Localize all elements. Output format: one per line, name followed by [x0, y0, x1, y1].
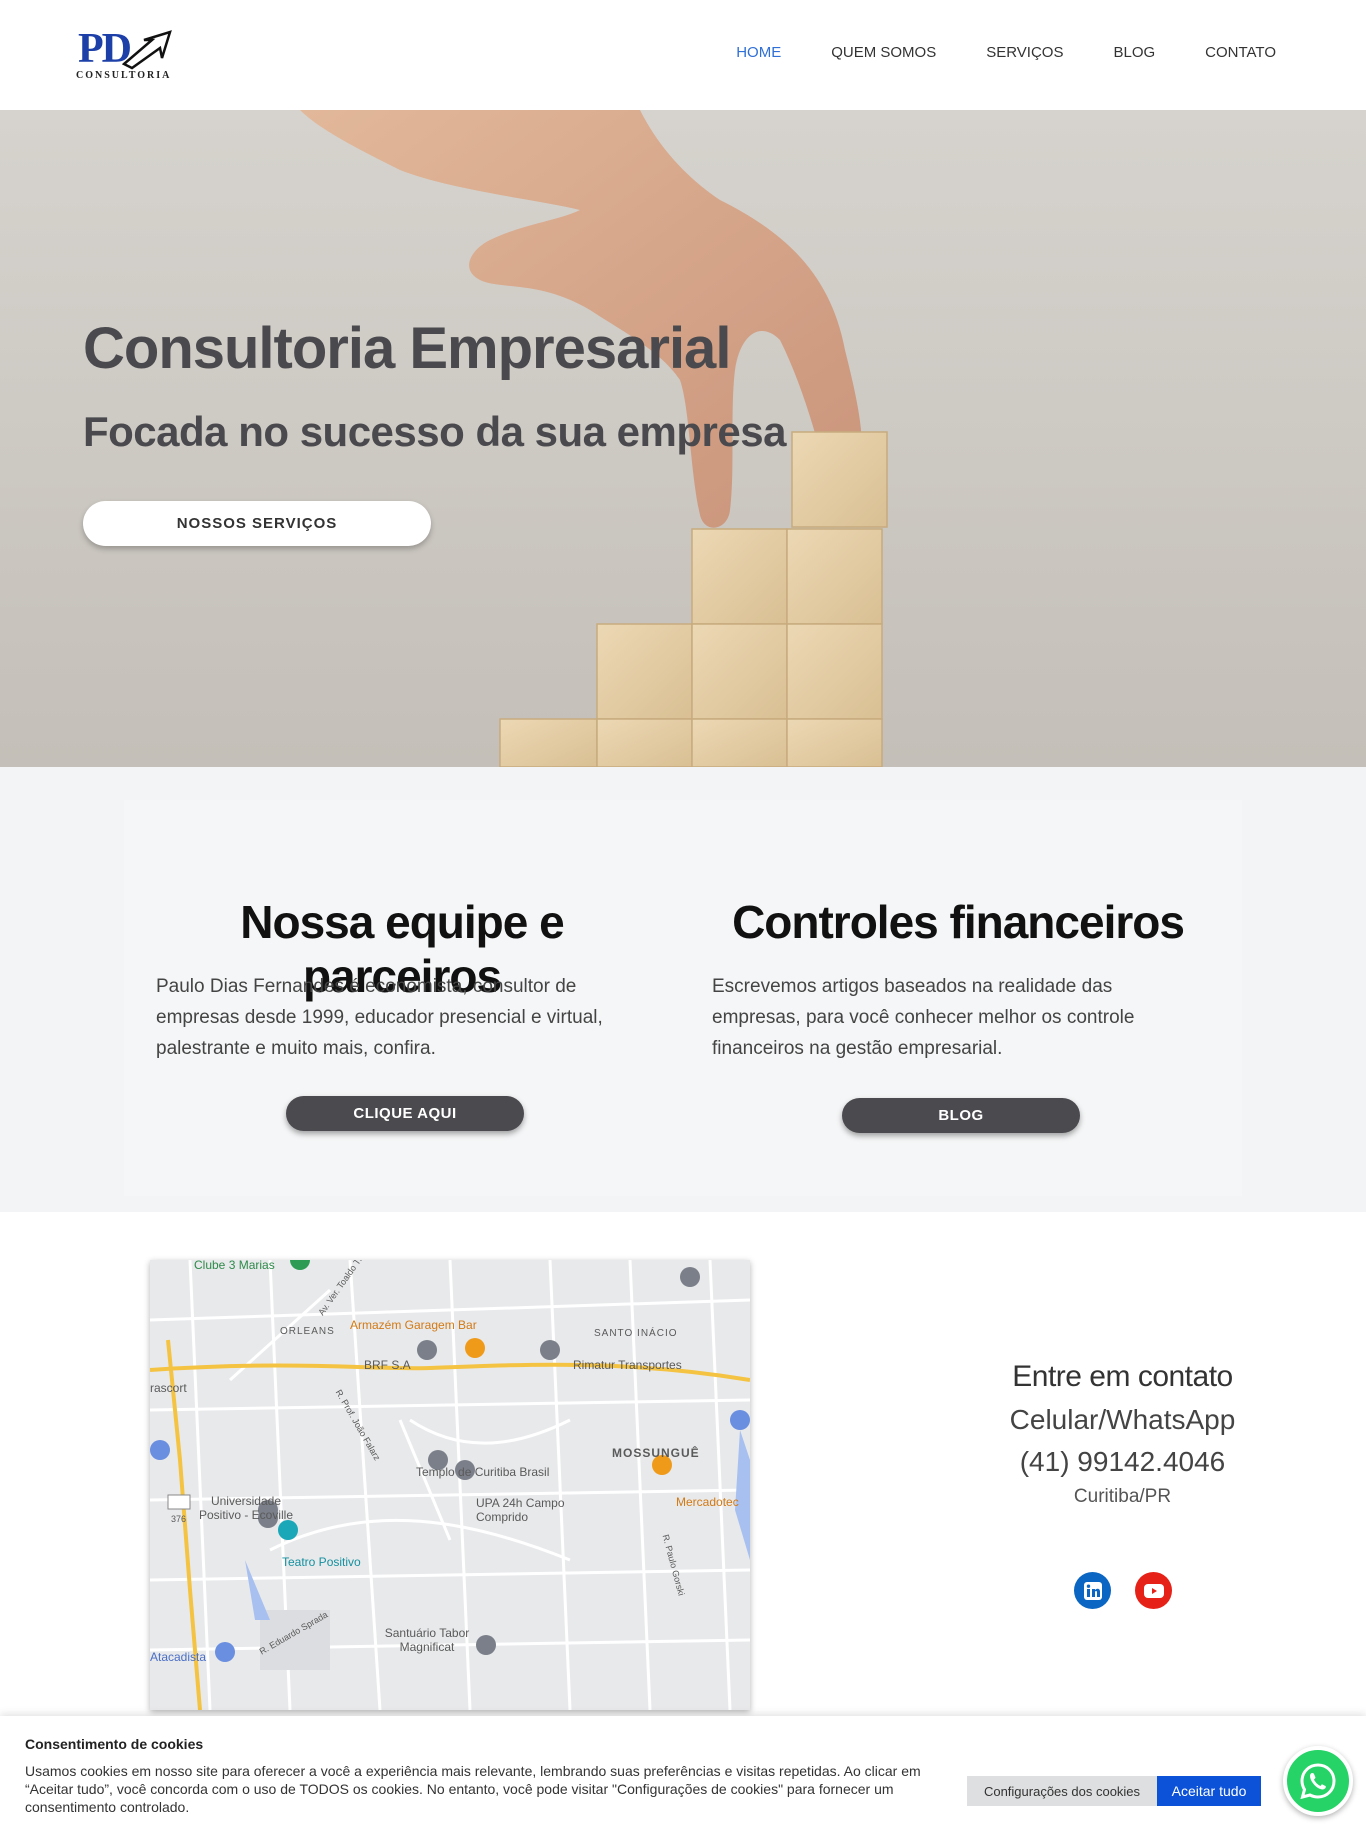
map-label: SANTO INÁCIO — [594, 1328, 678, 1339]
map-label: Armazém Garagem Bar — [350, 1318, 477, 1332]
feature-financial-title: Controles financeiros — [732, 896, 1185, 948]
nav-servicos[interactable]: SERVIÇOS — [986, 44, 1063, 61]
youtube-icon[interactable] — [1135, 1572, 1172, 1609]
map-label: Teatro Positivo — [282, 1555, 361, 1569]
site-logo[interactable]: PD CONSULTORIA — [74, 26, 178, 84]
map-label: MOSSUNGUÊ — [612, 1446, 700, 1460]
map-label: Mercadotec — [676, 1495, 739, 1509]
hero-title: Consultoria Empresarial — [83, 316, 731, 381]
linkedin-icon[interactable] — [1074, 1572, 1111, 1609]
location-map[interactable]: Clube 3 Marias Av. Ver. Toaldo Tu ORLEAN… — [150, 1260, 750, 1710]
map-label: UPA 24h Campo Comprido — [476, 1496, 565, 1524]
main-nav: HOME QUEM SOMOS SERVIÇOS BLOG CONTATO — [736, 44, 1276, 61]
logo-subtitle: CONSULTORIA — [76, 70, 172, 81]
logo-arrow-icon — [122, 30, 172, 70]
cookie-settings-button[interactable]: Configurações dos cookies — [967, 1776, 1157, 1806]
nav-contato[interactable]: CONTATO — [1205, 44, 1276, 61]
map-label: Santuário Tabor Magnificat — [384, 1626, 470, 1654]
services-button[interactable]: NOSSOS SERVIÇOS — [83, 501, 431, 546]
map-label: Rimatur Transportes — [573, 1358, 682, 1372]
contact-block: Entre em contato Celular/WhatsApp (41) 9… — [960, 1360, 1285, 1508]
cookie-title: Consentimento de cookies — [25, 1736, 204, 1752]
whatsapp-icon[interactable] — [1283, 1746, 1353, 1816]
nav-home[interactable]: HOME — [736, 44, 781, 61]
map-label: 376 — [171, 1514, 187, 1524]
map-label: BRF S.A — [364, 1358, 411, 1372]
map-label: rascort — [150, 1381, 187, 1395]
features-box: Nossa equipe e parceiros Paulo Dias Fern… — [124, 800, 1242, 1196]
blog-button[interactable]: BLOG — [842, 1098, 1080, 1133]
cookie-accept-button[interactable]: Aceitar tudo — [1157, 1776, 1261, 1806]
contact-channel: Celular/WhatsApp — [1009, 1404, 1236, 1435]
feature-team-text: Paulo Dias Fernandes é economista, consu… — [156, 976, 603, 1059]
map-label: ORLEANS — [280, 1326, 335, 1337]
contact-title: Entre em contato — [1012, 1360, 1233, 1393]
hero-banner: Consultoria Empresarial Focada no sucess… — [0, 110, 1366, 767]
social-links — [1074, 1572, 1172, 1609]
contact-city: Curitiba/PR — [1073, 1486, 1172, 1507]
map-label: Universidade Positivo - Ecoville — [198, 1494, 294, 1522]
nav-quem-somos[interactable]: QUEM SOMOS — [831, 44, 936, 61]
hero-subtitle: Focada no sucesso da sua empresa — [83, 408, 786, 455]
map-label: Atacadista — [150, 1650, 207, 1664]
nav-blog[interactable]: BLOG — [1113, 44, 1155, 61]
contact-phone[interactable]: (41) 99142.4046 — [960, 1446, 1285, 1478]
features-section: Nossa equipe e parceiros Paulo Dias Fern… — [0, 767, 1366, 1212]
learn-more-button[interactable]: CLIQUE AQUI — [286, 1096, 524, 1131]
cookie-consent-bar: Consentimento de cookies Usamos cookies … — [0, 1716, 1366, 1829]
map-label: Clube 3 Marias — [194, 1260, 275, 1272]
site-header: PD CONSULTORIA HOME QUEM SOMOS SERVIÇOS … — [0, 0, 1366, 110]
cookie-text: Usamos cookies em nosso site para oferec… — [25, 1763, 921, 1815]
feature-financial-text: Escrevemos artigos baseados na realidade… — [712, 976, 1135, 1059]
map-label: Templo de Curitiba Brasil — [416, 1465, 550, 1479]
